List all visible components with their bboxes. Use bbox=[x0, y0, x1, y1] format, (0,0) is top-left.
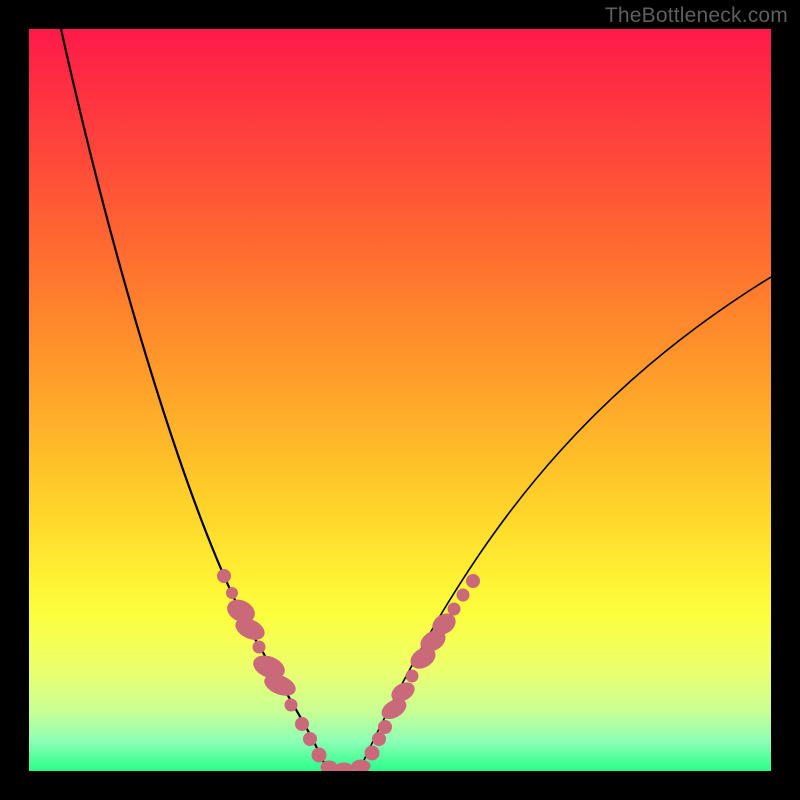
data-dot bbox=[467, 575, 480, 588]
data-dot bbox=[312, 748, 326, 762]
data-dot bbox=[448, 603, 460, 615]
data-dot bbox=[285, 699, 297, 711]
data-dot bbox=[406, 670, 418, 682]
data-dot bbox=[373, 733, 386, 746]
data-dot bbox=[304, 733, 317, 746]
data-dot bbox=[379, 721, 392, 734]
watermark-text: TheBottleneck.com bbox=[605, 4, 788, 28]
data-dot bbox=[457, 589, 469, 601]
data-dot bbox=[352, 760, 370, 771]
data-dot bbox=[296, 718, 309, 731]
curve-right-curve bbox=[359, 277, 771, 771]
data-dot bbox=[253, 641, 265, 653]
data-dot bbox=[335, 763, 353, 771]
chart-area bbox=[29, 29, 771, 771]
curve-left-curve bbox=[61, 29, 327, 771]
dots-group bbox=[218, 570, 480, 772]
data-dot bbox=[218, 570, 231, 583]
data-dot bbox=[227, 588, 238, 599]
data-dot bbox=[365, 746, 379, 760]
chart-svg bbox=[29, 29, 771, 771]
